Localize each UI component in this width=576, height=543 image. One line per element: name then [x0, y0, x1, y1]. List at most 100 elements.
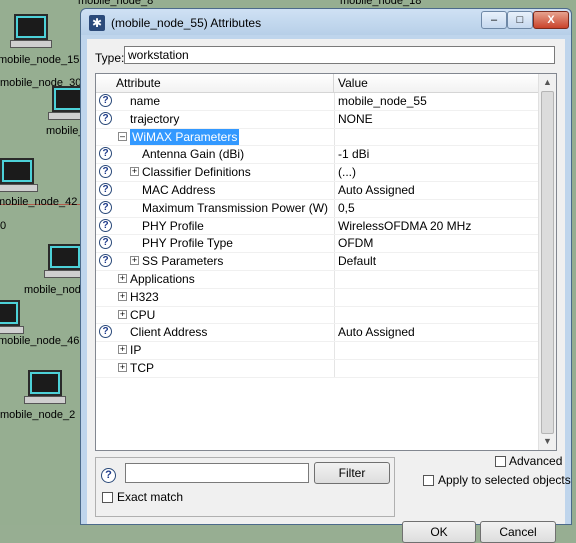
title-bar[interactable]: ✱ (mobile_node_55) Attributes – □ X [81, 9, 571, 35]
attribute-name: trajectory [130, 111, 180, 126]
column-divider [334, 288, 335, 306]
table-body: ? name mobile_node_55? trajectory NONE – WiMAX… [96, 93, 540, 378]
attribute-name: Applications [130, 271, 195, 286]
filter-button[interactable]: Filter [314, 462, 390, 484]
node-label-top-1: mobile_node_8 [78, 0, 154, 7]
apply-selected-checkbox[interactable] [423, 475, 434, 486]
cancel-button[interactable]: Cancel [480, 521, 556, 543]
expand-icon[interactable]: + [118, 345, 127, 355]
help-icon[interactable]: ? [99, 236, 112, 250]
help-icon[interactable]: ? [99, 325, 112, 339]
attribute-value[interactable]: NONE [338, 111, 373, 128]
attribute-name: Maximum Transmission Power (W) [142, 200, 329, 215]
ok-button[interactable]: OK [402, 521, 476, 543]
expand-icon[interactable]: + [118, 309, 127, 319]
expand-icon[interactable]: + [118, 273, 127, 283]
search-input[interactable] [125, 463, 309, 483]
attribute-value[interactable]: Auto Assigned [338, 182, 415, 199]
scroll-thumb[interactable] [541, 91, 554, 434]
attribute-value[interactable]: WirelessOFDMA 20 MHz [338, 218, 471, 235]
close-button[interactable]: X [533, 11, 569, 29]
maximize-button[interactable]: □ [507, 11, 533, 29]
attribute-value[interactable]: Auto Assigned [338, 324, 415, 341]
node-label-top-2: mobile_node_18 [340, 0, 422, 7]
attribute-value[interactable]: mobile_node_55 [338, 93, 427, 110]
attribute-name: PHY Profile Type [142, 236, 233, 251]
attribute-name: PHY Profile [142, 218, 204, 233]
table-row[interactable]: + CPU [96, 306, 540, 325]
attribute-value[interactable]: OFDM [338, 235, 373, 252]
edge-label: 0 [0, 220, 7, 232]
node-label: mobile_node_46 [0, 335, 80, 347]
table-row[interactable]: ? + SS Parameters Default [96, 253, 540, 271]
table-row[interactable]: + Applications [96, 270, 540, 289]
help-icon[interactable]: ? [99, 94, 112, 107]
vertical-scrollbar[interactable]: ▲ ▼ [538, 74, 556, 450]
minimize-button[interactable]: – [481, 11, 507, 29]
table-row[interactable]: + H323 [96, 288, 540, 307]
column-header-value[interactable]: Value [334, 74, 540, 92]
attribute-name: Classifier Definitions [142, 165, 251, 180]
advanced-checkbox[interactable] [495, 456, 506, 467]
attribute-name: name [130, 94, 161, 108]
attribute-name: Client Address [130, 325, 208, 340]
node-label: mobile_node_2 [0, 409, 76, 421]
attribute-value[interactable]: -1 dBi [338, 146, 369, 163]
attribute-name: TCP [130, 360, 154, 375]
scroll-up-icon[interactable]: ▲ [539, 74, 556, 91]
help-icon[interactable]: ? [99, 165, 112, 179]
apply-selected-label: Apply to selected objects [438, 473, 571, 487]
help-icon[interactable]: ? [101, 468, 116, 483]
column-divider [334, 164, 335, 181]
attributes-dialog: ✱ (mobile_node_55) Attributes – □ X Type… [80, 8, 572, 543]
attribute-value[interactable]: (...) [338, 164, 356, 181]
expand-icon[interactable]: + [118, 291, 127, 301]
column-divider [334, 110, 335, 128]
attribute-name: CPU [130, 307, 156, 322]
table-row[interactable]: ? trajectory NONE [96, 110, 540, 129]
help-icon[interactable]: ? [99, 254, 112, 268]
column-divider [334, 93, 335, 110]
node-label: mobile_nod [24, 284, 81, 296]
attribute-value[interactable]: 0,5 [338, 200, 355, 217]
help-icon[interactable]: ? [99, 182, 112, 196]
table-row[interactable]: + TCP [96, 359, 540, 378]
expand-icon[interactable]: + [118, 362, 127, 372]
scroll-down-icon[interactable]: ▼ [539, 433, 556, 450]
table-row[interactable]: ? MAC Address Auto Assigned [96, 181, 540, 200]
help-icon[interactable]: ? [99, 111, 112, 125]
table-row[interactable]: ? Maximum Transmission Power (W) 0,5 [96, 199, 540, 218]
node-label: mobile_ [46, 125, 85, 137]
type-label: Type: [95, 51, 125, 65]
exact-match-checkbox[interactable] [102, 492, 113, 503]
table-row[interactable]: ? name mobile_node_55 [96, 93, 540, 111]
help-icon[interactable]: ? [99, 147, 112, 161]
dialog-body: Type: Attribute Value ? name mobile_node_5… [87, 39, 571, 543]
column-divider [334, 253, 335, 270]
help-icon[interactable]: ? [99, 218, 112, 232]
attribute-value[interactable]: Default [338, 253, 376, 270]
table-row[interactable]: + IP [96, 342, 540, 360]
table-row[interactable]: ? PHY Profile Type OFDM [96, 235, 540, 254]
column-divider [334, 306, 335, 324]
table-row[interactable]: ? Client Address Auto Assigned [96, 324, 540, 343]
advanced-label: Advanced [509, 454, 563, 468]
table-row[interactable]: – WiMAX Parameters [96, 128, 540, 147]
expand-icon[interactable]: + [130, 167, 139, 177]
type-field[interactable] [124, 46, 555, 64]
table-row[interactable]: ? Antenna Gain (dBi) -1 dBi [96, 146, 540, 165]
help-icon[interactable]: ? [99, 200, 112, 214]
app-icon: ✱ [89, 15, 105, 31]
table-row[interactable]: ? + Classifier Definitions (...) [96, 164, 540, 182]
table-row[interactable]: ? PHY Profile WirelessOFDMA 20 MHz [96, 217, 540, 236]
attribute-name: H323 [130, 289, 159, 304]
attribute-name: Antenna Gain (dBi) [142, 147, 245, 162]
window-title: (mobile_node_55) Attributes [111, 16, 262, 30]
attribute-name: MAC Address [142, 182, 216, 197]
expand-icon[interactable]: + [130, 256, 139, 266]
column-header-attribute[interactable]: Attribute [112, 74, 334, 92]
column-divider [334, 359, 335, 377]
exact-match-label: Exact match [117, 490, 184, 504]
collapse-icon[interactable]: – [118, 131, 127, 141]
column-divider [334, 199, 335, 217]
